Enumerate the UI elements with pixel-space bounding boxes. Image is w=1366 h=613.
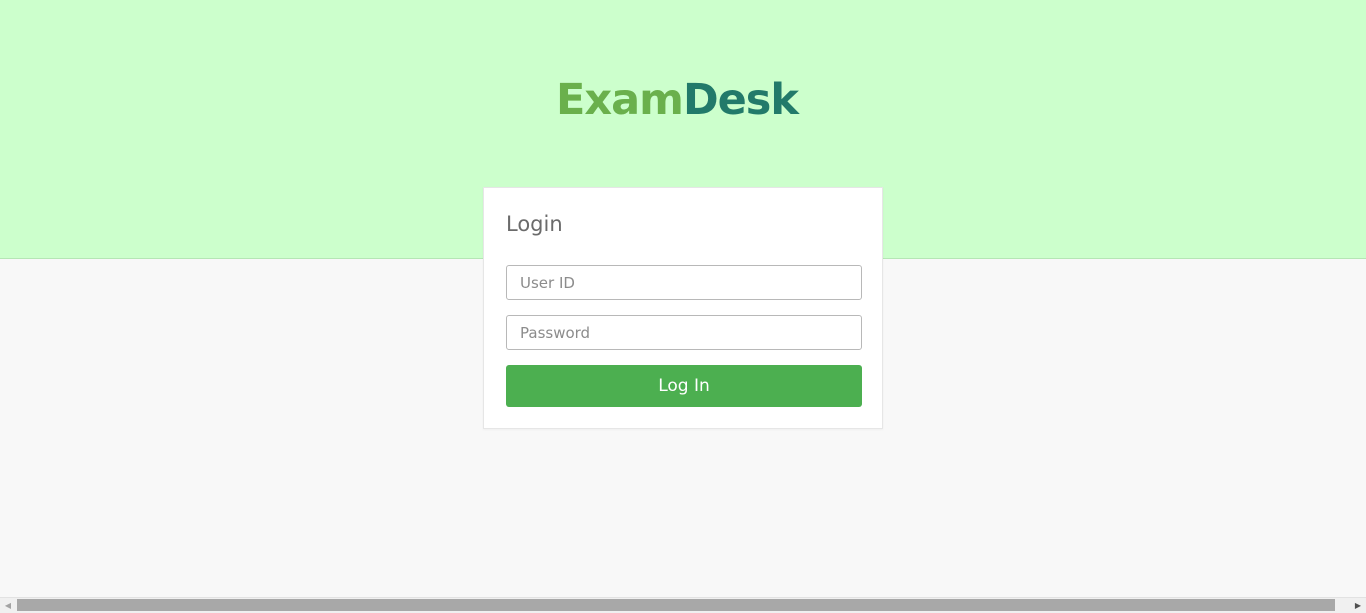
examdesk-logo: Exam Desk	[556, 76, 816, 124]
scroll-left-arrow-icon[interactable]: ◀	[0, 598, 16, 613]
scroll-right-arrow-icon[interactable]: ▶	[1350, 598, 1366, 613]
login-card: Login Log In	[483, 187, 883, 429]
horizontal-scrollbar[interactable]: ◀ ▶	[0, 597, 1366, 613]
log-in-button[interactable]: Log In	[506, 365, 862, 407]
logo-text-desk: Desk	[682, 74, 799, 125]
logo-text-exam: Exam	[556, 74, 684, 125]
login-title: Login	[506, 212, 563, 236]
user-id-input[interactable]	[506, 265, 862, 300]
password-input[interactable]	[506, 315, 862, 350]
scrollbar-thumb[interactable]	[17, 599, 1335, 611]
